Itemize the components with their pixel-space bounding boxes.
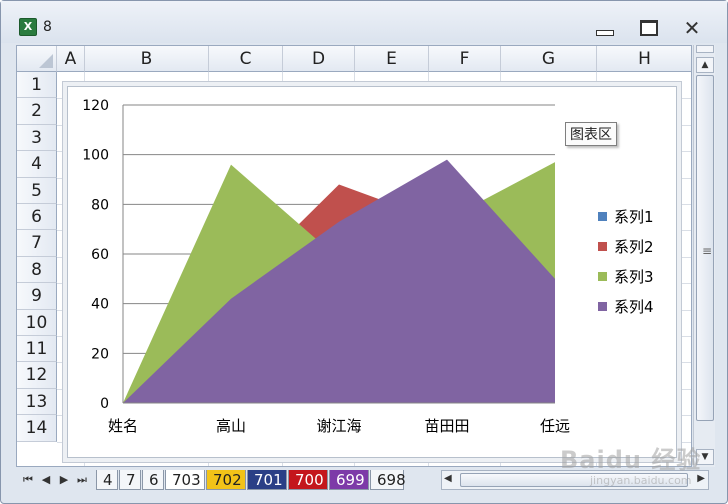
y-tick-label: 20: [91, 346, 109, 362]
x-tick-label: 苗田田: [424, 417, 469, 435]
sheet-tab-698[interactable]: 698: [370, 470, 406, 490]
y-tick-label: 40: [91, 297, 109, 313]
worksheet[interactable]: ABCDEFGH 1 2 3 4 5 6 7 8 9 10 11 12 13 14 0 20 40 60 80 10…: [16, 45, 692, 467]
scroll-up-button[interactable]: ▲: [696, 57, 714, 73]
split-handle[interactable]: [696, 45, 714, 53]
vertical-scrollbar[interactable]: ▲ ≡ ▼: [693, 45, 715, 467]
row-header-10[interactable]: 10: [17, 309, 57, 336]
row-header-6[interactable]: 6: [17, 204, 57, 231]
column-header-b[interactable]: B: [85, 46, 209, 72]
prev-sheet-button[interactable]: ◀: [38, 472, 54, 488]
minimize-button[interactable]: [592, 17, 618, 39]
y-tick-label: 120: [82, 98, 109, 114]
row-header-13[interactable]: 13: [17, 388, 57, 416]
y-tick-label: 80: [91, 197, 109, 213]
close-button[interactable]: ✕: [679, 16, 705, 40]
row-header-14[interactable]: 14: [17, 415, 57, 442]
window-title: 8: [43, 19, 52, 35]
title-bar: X 8 ✕: [1, 1, 727, 43]
row-header-9[interactable]: 9: [17, 283, 57, 310]
sheet-tab-703[interactable]: 703: [165, 470, 205, 490]
x-tick-label: 任远: [540, 417, 570, 435]
column-header-d[interactable]: D: [283, 46, 355, 72]
row-header-1[interactable]: 1: [17, 72, 57, 99]
first-sheet-button[interactable]: ⏮: [20, 472, 36, 488]
column-header-a[interactable]: A: [57, 46, 85, 72]
row-header-4[interactable]: 4: [17, 151, 57, 178]
column-headers: ABCDEFGH: [17, 46, 691, 72]
row-header-5[interactable]: 5: [17, 177, 57, 204]
last-sheet-button[interactable]: ⏭: [74, 472, 90, 488]
vertical-scroll-thumb[interactable]: ≡: [696, 75, 714, 421]
baidu-watermark: Baidu 经验: [560, 446, 702, 474]
legend-label-1: 系列1: [614, 208, 654, 226]
y-tick-label: 60: [91, 247, 109, 263]
legend-swatch-3: [598, 272, 607, 281]
scroll-left-button[interactable]: ◀: [444, 473, 452, 484]
maximize-button[interactable]: [636, 17, 662, 39]
row-header-12[interactable]: 12: [17, 362, 57, 389]
next-sheet-button[interactable]: ▶: [56, 472, 72, 488]
row-header-3[interactable]: 3: [17, 124, 57, 152]
x-tick-label: 姓名: [108, 417, 138, 435]
row-header-7[interactable]: 7: [17, 230, 57, 257]
sheet-tab-7[interactable]: 7: [119, 470, 141, 490]
column-header-g[interactable]: G: [501, 46, 597, 72]
column-header-e[interactable]: E: [355, 46, 429, 72]
sheet-tab-6[interactable]: 6: [142, 470, 164, 490]
row-header-8[interactable]: 8: [17, 256, 57, 284]
sheet-tab-700[interactable]: 700: [288, 470, 328, 490]
excel-app-icon[interactable]: X: [19, 18, 37, 36]
legend-swatch-4: [598, 302, 607, 311]
sheet-tab-699[interactable]: 699: [329, 470, 369, 490]
column-header-h[interactable]: H: [597, 46, 691, 72]
chart-area[interactable]: 0 20 40 60 80 100 120 姓名 高山 谢江海 苗田田 任远 系列1 系列2 系列3 系列4 …: [67, 86, 677, 458]
sheet-tab-701[interactable]: 701: [247, 470, 287, 490]
row-header-2[interactable]: 2: [17, 98, 57, 125]
baidu-watermark-url: jingyan.baidu.com: [590, 474, 692, 487]
y-tick-label: 0: [100, 396, 109, 412]
legend-label-3: 系列3: [614, 268, 654, 286]
x-tick-label: 谢江海: [316, 417, 361, 435]
legend-swatch-2: [598, 242, 607, 251]
y-tick-label: 100: [82, 148, 109, 164]
legend-swatch-1: [598, 212, 607, 221]
chart-area-tooltip: 图表区: [565, 122, 617, 146]
sheet-tab-4[interactable]: 4: [96, 470, 118, 490]
grip-icon: ≡: [702, 244, 713, 258]
close-icon: ✕: [683, 16, 701, 40]
x-tick-label: 高山: [216, 417, 246, 435]
row-header-11[interactable]: 11: [17, 336, 57, 363]
legend-label-2: 系列2: [614, 238, 654, 256]
column-header-f[interactable]: F: [429, 46, 501, 72]
column-header-c[interactable]: C: [209, 46, 283, 72]
excel-window: X 8 ✕ ABCDEFGH 1 2 3 4 5 6 7 8 9 10 11 12 13 14 0 20 40…: [0, 0, 728, 504]
sheet-tab-702[interactable]: 702: [206, 470, 246, 490]
legend-label-4: 系列4: [614, 298, 654, 316]
